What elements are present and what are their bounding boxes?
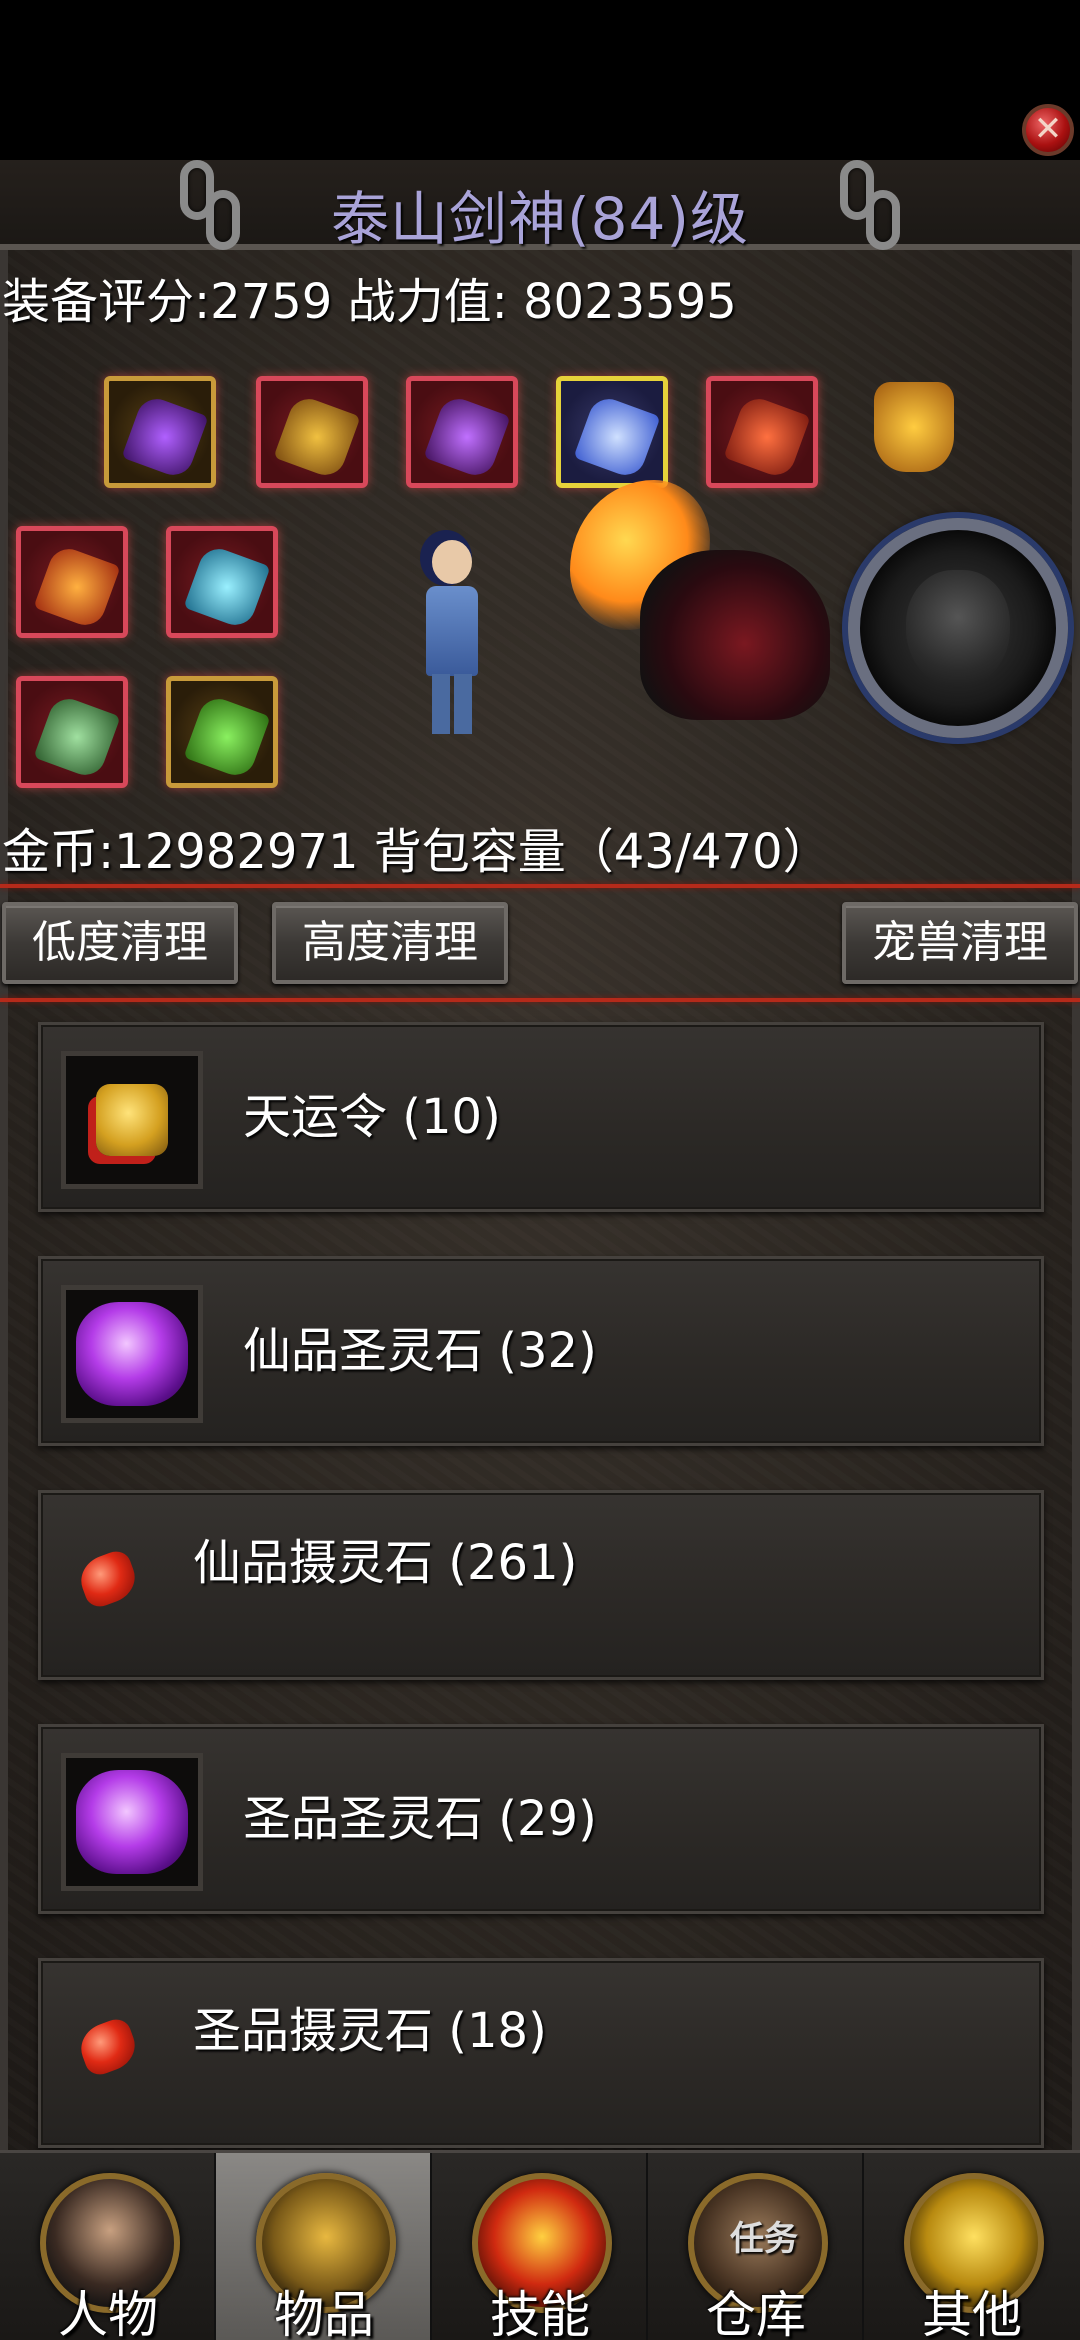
nav-label: 技能 bbox=[490, 2286, 590, 2340]
equip-slot-offhand[interactable] bbox=[166, 526, 278, 638]
warehouse-overlay-text: 任务 bbox=[730, 2219, 798, 2259]
nav-tab-skills[interactable]: 技能 bbox=[432, 2153, 648, 2340]
equip-slot-weapon[interactable] bbox=[16, 526, 128, 638]
item-icon-frame bbox=[61, 1753, 203, 1891]
nav-tab-items[interactable]: 物品 bbox=[216, 2153, 432, 2340]
purple-spirit-stone-icon bbox=[76, 1302, 188, 1406]
weapon-icon bbox=[33, 543, 121, 631]
list-item[interactable]: 天运令 (10) bbox=[38, 1022, 1044, 1212]
pet-dragon-icon[interactable] bbox=[560, 470, 840, 730]
item-label: 天运令 (10) bbox=[243, 1089, 501, 1145]
equip-slot-ring[interactable] bbox=[16, 676, 128, 788]
ring-icon bbox=[33, 693, 121, 781]
boots-icon bbox=[723, 393, 811, 481]
nav-tab-other[interactable]: 其他 bbox=[864, 2153, 1080, 2340]
necklace-icon bbox=[273, 393, 361, 481]
equip-slot-helmet[interactable] bbox=[104, 376, 216, 488]
nav-label: 其他 bbox=[922, 2286, 1022, 2340]
bottom-nav: 人物 物品 技能 任务 仓库 其他 bbox=[0, 2150, 1080, 2340]
item-label: 圣品圣灵石 (29) bbox=[243, 1791, 597, 1847]
close-button[interactable]: ✕ bbox=[1022, 104, 1074, 156]
item-icon-frame bbox=[61, 1285, 203, 1423]
item-icon-frame bbox=[61, 1051, 203, 1189]
purple-spirit-stone-icon bbox=[76, 1770, 188, 1874]
bracelet-icon bbox=[183, 693, 271, 781]
item-label: 仙品摄灵石 (261) bbox=[193, 1535, 578, 1591]
app-root: ✕ 泰山剑神(84)级 装备评分:2759 战力值: 8023595 金币:12… bbox=[0, 0, 1080, 2340]
red-gem-icon bbox=[74, 1547, 142, 1611]
pet-clean-button[interactable]: 宠兽清理 bbox=[842, 902, 1078, 984]
amulet-icon bbox=[423, 393, 511, 481]
nav-label: 人物 bbox=[58, 2286, 158, 2340]
equip-slot-pagoda[interactable] bbox=[856, 368, 968, 480]
equip-slot-amulet[interactable] bbox=[406, 376, 518, 488]
item-label: 仙品圣灵石 (32) bbox=[243, 1323, 597, 1379]
nav-tab-character[interactable]: 人物 bbox=[0, 2153, 216, 2340]
beast-tiger-icon[interactable] bbox=[848, 518, 1068, 738]
page-title: 泰山剑神(84)级 bbox=[330, 185, 750, 253]
nav-tab-warehouse[interactable]: 任务 仓库 bbox=[648, 2153, 864, 2340]
equip-slot-necklace[interactable] bbox=[256, 376, 368, 488]
nav-label: 仓库 bbox=[706, 2286, 806, 2340]
pagoda-icon bbox=[874, 382, 954, 472]
red-gem-icon bbox=[74, 2015, 142, 2079]
item-label: 圣品摄灵石 (18) bbox=[193, 2003, 547, 2059]
equip-slot-bracelet[interactable] bbox=[166, 676, 278, 788]
list-item[interactable]: 圣品摄灵石 (18) bbox=[38, 1958, 1044, 2148]
low-clean-button[interactable]: 低度清理 bbox=[2, 902, 238, 984]
token-icon bbox=[96, 1084, 168, 1156]
divider-top bbox=[0, 884, 1080, 888]
close-icon: ✕ bbox=[1033, 109, 1063, 149]
armor-icon bbox=[573, 393, 661, 481]
gold-and-bag-capacity: 金币:12982971 背包容量（43/470） bbox=[2, 824, 831, 880]
nav-label: 物品 bbox=[274, 2286, 374, 2340]
list-item[interactable]: 仙品摄灵石 (261) bbox=[38, 1490, 1044, 1680]
divider-bottom bbox=[0, 998, 1080, 1002]
equipment-score-line: 装备评分:2759 战力值: 8023595 bbox=[2, 274, 737, 330]
helmet-icon bbox=[121, 393, 209, 481]
high-clean-button[interactable]: 高度清理 bbox=[272, 902, 508, 984]
list-item[interactable]: 仙品圣灵石 (32) bbox=[38, 1256, 1044, 1446]
sword-icon bbox=[183, 543, 271, 631]
list-item[interactable]: 圣品圣灵石 (29) bbox=[38, 1724, 1044, 1914]
character-avatar bbox=[412, 520, 492, 740]
